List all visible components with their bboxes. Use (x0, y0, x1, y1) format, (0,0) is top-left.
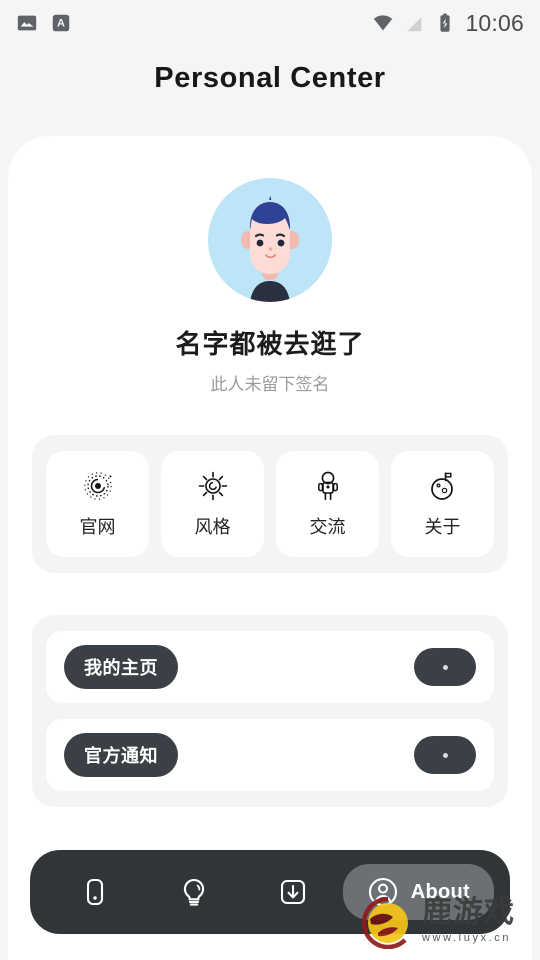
nav-item-device[interactable] (46, 850, 145, 934)
quick-grid-label: 官网 (79, 517, 116, 537)
quick-grid-item-style[interactable]: 风格 (161, 451, 264, 557)
svg-text:A: A (57, 18, 65, 30)
status-bar-right-icons: 10:06 (372, 10, 524, 37)
list-item[interactable]: 我的主页 (46, 631, 494, 703)
status-bar-time: 10:06 (465, 9, 524, 36)
galaxy-spiral-icon (83, 472, 112, 500)
cartoon-boy-avatar-icon (241, 195, 299, 302)
nav-item-download[interactable] (244, 850, 343, 934)
nav-item-label: About (410, 880, 470, 903)
quick-grid-label: 交流 (309, 517, 346, 537)
nav-item-about[interactable]: About (342, 864, 494, 920)
app-screen: A 10:06 Personal Center 名字都被去逛了 此人未留下签名 … (0, 0, 540, 960)
battery-charging-icon (440, 13, 451, 32)
quick-grid-label: 关于 (424, 517, 461, 537)
list-item-label: 官方通知 (64, 733, 178, 777)
profile-name: 名字都被去逛了 (175, 329, 365, 359)
quick-grid-item-about[interactable]: 关于 (391, 451, 494, 557)
download-icon (281, 879, 306, 905)
quick-grid-label: 风格 (194, 517, 231, 537)
device-icon (87, 878, 104, 906)
list-item[interactable]: 官方通知 (46, 719, 494, 791)
signal-off-icon (405, 13, 424, 33)
quick-grid-item-communication[interactable]: 交流 (276, 451, 379, 557)
quick-grid-item-official-site[interactable]: 官网 (46, 451, 149, 557)
quick-grid-panel: 官网 风格 交流 关于 (32, 435, 508, 573)
list-item-action-button[interactable] (414, 736, 476, 774)
dot-icon (442, 664, 448, 670)
list-item-label: 我的主页 (64, 645, 178, 689)
list-panel: 我的主页 官方通知 (32, 615, 508, 807)
status-bar-left-icons: A (16, 12, 72, 34)
main-card: 名字都被去逛了 此人未留下签名 官网 风格 交流 关于 我的主页 官方通知 (8, 136, 532, 960)
nav-item-ideas[interactable] (145, 850, 244, 934)
page-title: Personal Center (154, 62, 386, 94)
status-bar: A 10:06 (0, 0, 540, 46)
planet-flag-icon (430, 472, 453, 500)
app-a-icon: A (52, 14, 70, 32)
list-item-action-button[interactable] (414, 648, 476, 686)
bottom-navigation-bar: About (30, 850, 510, 934)
sun-spiral-icon (198, 471, 227, 501)
wifi-icon (374, 15, 393, 31)
image-icon (17, 15, 37, 31)
dot-icon (442, 752, 448, 758)
profile-signature: 此人未留下签名 (210, 375, 330, 394)
avatar[interactable] (208, 178, 332, 302)
astronaut-icon (317, 471, 338, 500)
lightbulb-icon (184, 878, 205, 906)
user-circle-icon (368, 877, 397, 907)
avatar-container (8, 178, 532, 302)
